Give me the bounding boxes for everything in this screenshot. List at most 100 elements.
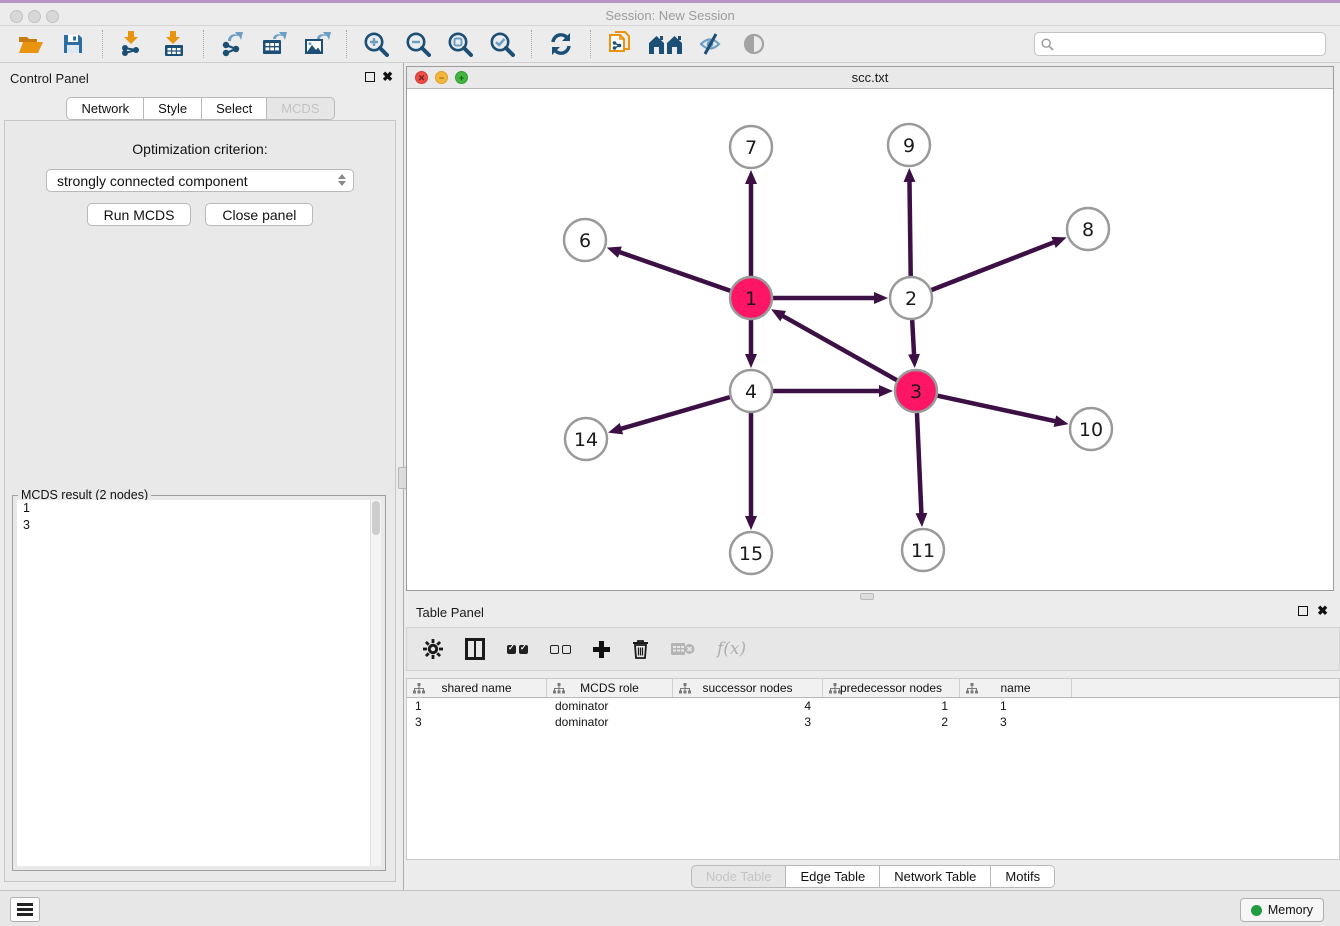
memory-button[interactable]: Memory [1240,898,1324,922]
cell-successor-nodes[interactable]: 3 [673,714,823,730]
cell-MCDS-role[interactable]: dominator [547,698,673,714]
graph-node-1[interactable]: 1 [730,277,772,319]
main-toolbar [0,26,1340,63]
export-image-icon[interactable] [301,29,333,59]
float-table-panel-icon[interactable] [1298,606,1308,616]
float-panel-icon[interactable] [365,72,375,82]
graph-node-4[interactable]: 4 [730,370,772,412]
graph-edge-2-3[interactable] [912,320,914,355]
graph-edge-3-10[interactable] [937,396,1055,422]
search-input[interactable] [1054,37,1325,52]
import-table-icon[interactable] [158,29,190,59]
zoom-selected-icon[interactable] [486,29,518,59]
svg-text:1: 1 [745,288,757,310]
graph-node-14[interactable]: 14 [565,418,607,460]
task-history-icon[interactable] [10,897,40,922]
cell-name[interactable]: 1 [960,698,1072,714]
tab-select[interactable]: Select [202,97,267,120]
table-row[interactable]: 3dominator323 [407,714,1339,730]
add-icon[interactable] [593,634,610,664]
run-mcds-button[interactable]: Run MCDS [87,203,192,226]
chevron-up-down-icon [338,174,346,186]
tab-style[interactable]: Style [144,97,202,120]
export-network-icon[interactable] [217,29,249,59]
close-panel-icon[interactable]: ✖ [382,69,393,85]
shared-column-icon [413,683,425,694]
column-header-shared-name[interactable]: shared name [407,679,547,697]
graph-node-6[interactable]: 6 [564,219,606,261]
tab-network-table[interactable]: Network Table [880,865,991,888]
result-line: 3 [17,517,381,534]
close-panel-button[interactable]: Close panel [205,203,313,226]
hide-selected-icon[interactable] [696,29,728,59]
refresh-layout-icon[interactable] [545,29,577,59]
delete-table-icon[interactable] [671,634,695,664]
column-header-successor-nodes[interactable]: successor nodes [673,679,823,697]
deselect-all-icon[interactable] [550,634,571,664]
show-all-icon[interactable] [738,29,770,59]
graph-node-11[interactable]: 11 [902,529,944,571]
network-title: scc.txt [407,70,1333,85]
column-header-MCDS-role[interactable]: MCDS role [547,679,673,697]
save-session-icon[interactable] [57,29,89,59]
graph-node-9[interactable]: 9 [888,124,930,166]
tab-network[interactable]: Network [66,97,144,120]
status-bar: Memory [0,890,1340,926]
table-panel-title: Table Panel [416,605,484,620]
cell-name[interactable]: 3 [960,714,1072,730]
tab-edge-table[interactable]: Edge Table [786,865,880,888]
import-network-icon[interactable] [116,29,148,59]
table-row[interactable]: 1dominator411 [407,698,1339,714]
gear-icon[interactable] [423,634,443,664]
trash-icon[interactable] [632,634,649,664]
zoom-out-icon[interactable] [402,29,434,59]
first-neighbors-icon[interactable] [646,29,686,59]
graph-edge-4-14[interactable] [621,397,730,429]
cell-predecessor-nodes[interactable]: 2 [823,714,960,730]
search-icon [1041,38,1054,51]
svg-text:8: 8 [1082,219,1094,241]
graph-node-8[interactable]: 8 [1067,208,1109,250]
cell-MCDS-role[interactable]: dominator [547,714,673,730]
graph-node-7[interactable]: 7 [730,126,772,168]
criterion-select[interactable]: strongly connected component [46,169,354,192]
graph-edge-3-11[interactable] [917,413,921,514]
svg-text:15: 15 [739,543,763,565]
cell-predecessor-nodes[interactable]: 1 [823,698,960,714]
select-all-icon[interactable] [507,634,528,664]
svg-text:10: 10 [1079,419,1103,441]
control-panel: Control Panel ✖ NetworkStyleSelectMCDS O… [0,63,401,890]
tab-mcds[interactable]: MCDS [267,97,334,120]
column-header-predecessor-nodes[interactable]: predecessor nodes [823,679,960,697]
graph-edge-3-1[interactable] [782,316,896,381]
session-title: Session: New Session [0,8,1340,23]
mcds-result-textarea[interactable]: 13 [17,500,381,866]
graph: 7 9 6 8 1 2 4 3 14 10 15 11 [407,89,1333,590]
open-session-icon[interactable] [15,29,47,59]
cell-shared-name[interactable]: 3 [407,714,547,730]
result-scrollbar[interactable] [370,500,381,866]
columns-icon[interactable] [465,634,485,664]
graph-node-3[interactable]: 3 [895,370,937,412]
column-header-name[interactable]: name [960,679,1072,697]
zoom-fit-icon[interactable] [444,29,476,59]
tab-node-table[interactable]: Node Table [691,865,787,888]
network-window-titlebar[interactable]: ✕ − + scc.txt [407,67,1333,89]
search-field[interactable] [1034,32,1326,56]
zoom-in-icon[interactable] [360,29,392,59]
graph-node-10[interactable]: 10 [1070,408,1112,450]
duplicate-network-icon[interactable] [604,29,636,59]
graph-node-2[interactable]: 2 [890,277,932,319]
network-canvas[interactable]: 7 9 6 8 1 2 4 3 14 10 15 11 [407,89,1333,590]
export-table-icon[interactable] [259,29,291,59]
graph-edge-2-9[interactable] [909,181,910,276]
svg-text:11: 11 [911,540,935,562]
cell-shared-name[interactable]: 1 [407,698,547,714]
cell-successor-nodes[interactable]: 4 [673,698,823,714]
close-table-panel-icon[interactable]: ✖ [1317,603,1328,619]
graph-node-15[interactable]: 15 [730,532,772,574]
function-icon[interactable]: f(x) [717,634,746,664]
tab-motifs[interactable]: Motifs [991,865,1055,888]
graph-edge-1-6[interactable] [619,252,730,291]
graph-edge-2-8[interactable] [931,242,1054,290]
